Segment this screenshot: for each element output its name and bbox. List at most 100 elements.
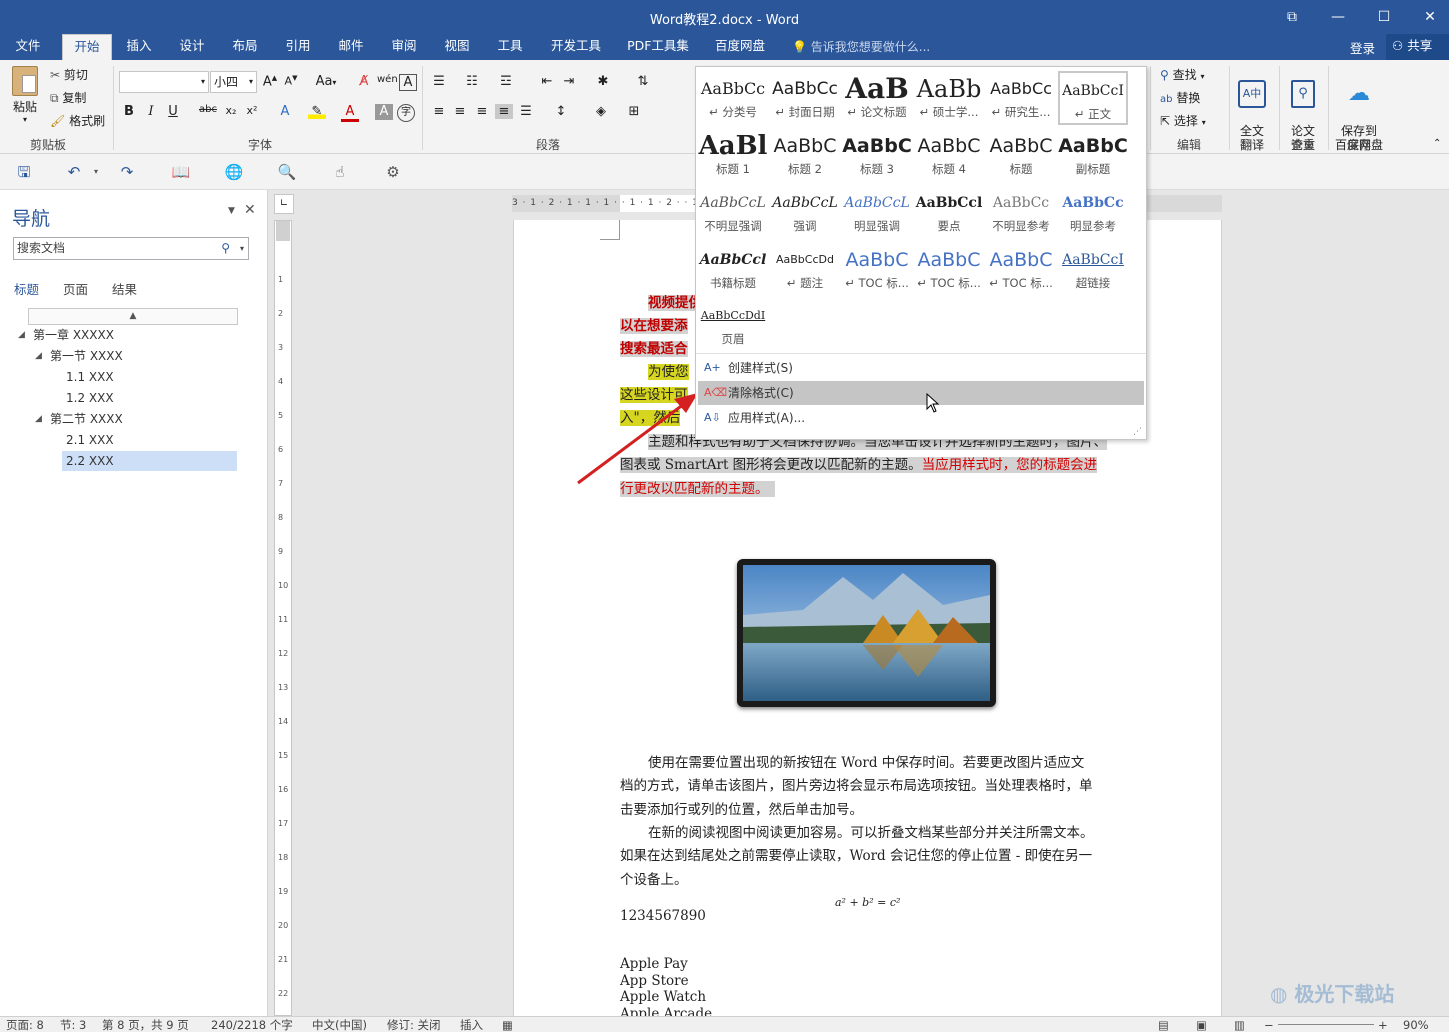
justify-icon[interactable]: ≡ xyxy=(495,104,513,119)
style-item[interactable]: AaBbCc 不明显参考 xyxy=(986,185,1056,239)
clear-formatting-icon[interactable]: A̸ xyxy=(355,74,373,89)
minimize-icon[interactable]: — xyxy=(1327,6,1349,28)
doc-line[interactable]: 以在想要添 xyxy=(620,315,688,339)
doc-list[interactable]: Apple Pay App Store Apple Watch Apple Ar… xyxy=(620,956,712,1022)
apply-style-menu-item[interactable]: A⇩ 应用样式(A)... xyxy=(698,406,1144,430)
resize-grip-icon[interactable]: ⋰ xyxy=(1133,427,1142,437)
nav-heading-item[interactable]: 第一节 XXXX xyxy=(50,346,123,366)
nav-heading-item[interactable]: 2.1 XXX xyxy=(66,430,114,450)
save-icon[interactable]: 🖫 xyxy=(14,162,34,182)
style-item[interactable]: AaB ↵ 论文标题 xyxy=(842,71,912,125)
print-view-icon[interactable]: ▣ xyxy=(1196,1018,1207,1032)
tell-me-box[interactable]: 💡 告诉我您想要做什么... xyxy=(792,38,930,55)
undo-icon[interactable]: ↶ xyxy=(64,162,84,182)
decrease-indent-icon[interactable]: ⇤ xyxy=(538,74,556,89)
equation[interactable]: a² + b² = c² xyxy=(835,891,900,915)
font-color-icon[interactable]: A xyxy=(341,104,359,122)
style-item[interactable]: AaBbCcDd ↵ 题注 xyxy=(770,242,840,296)
style-item[interactable]: AaBbC 标题 4 xyxy=(914,128,984,182)
read-mode-icon[interactable]: 📖 xyxy=(171,162,191,182)
style-item[interactable]: AaBbCc ↵ 分类号 xyxy=(698,71,768,125)
login-link[interactable]: 登录 xyxy=(1350,38,1375,57)
zoom-out-icon[interactable]: − xyxy=(1264,1018,1274,1032)
superscript-icon[interactable]: x² xyxy=(243,104,261,117)
doc-line[interactable]: 1234567890 xyxy=(620,905,706,929)
macro-icon[interactable]: ▦ xyxy=(502,1018,513,1032)
style-item[interactable]: AaBbCcDdI 页眉 xyxy=(698,298,768,352)
style-item[interactable]: AaBbCcL 明显强调 xyxy=(842,185,912,239)
increase-indent-icon[interactable]: ⇥ xyxy=(560,74,578,89)
style-item[interactable]: AaBbC ↵ TOC 标... xyxy=(914,242,984,296)
tab-design[interactable]: 设计 xyxy=(169,34,215,60)
doc-line[interactable]: 在新的阅读视图中阅读更加容易。可以折叠文档某些部分并关注所需文本。 xyxy=(648,822,1094,846)
tab-developer[interactable]: 开发工具 xyxy=(542,34,610,60)
replace-button[interactable]: ab 替换 xyxy=(1160,89,1200,106)
borders-icon[interactable]: ⊞ xyxy=(625,104,643,119)
cut-button[interactable]: ✂ 剪切 xyxy=(50,66,88,83)
find-button[interactable]: ⚲ 查找 ▾ xyxy=(1160,66,1204,83)
style-item[interactable]: AaBbCcL 强调 xyxy=(770,185,840,239)
underline-icon[interactable]: U xyxy=(164,104,182,119)
create-style-menu-item[interactable]: A+ 创建样式(S) xyxy=(698,356,1144,380)
style-item[interactable]: AaBbC 标题 2 xyxy=(770,128,840,182)
nav-heading-item[interactable]: 第一章 XXXXX xyxy=(33,325,114,345)
tab-baidu-netdisk[interactable]: 百度网盘 xyxy=(706,34,774,60)
chinese-layout-icon[interactable]: ✱ xyxy=(594,74,612,89)
doc-line[interactable]: 为使您 xyxy=(648,361,689,385)
maximize-icon[interactable]: ☐ xyxy=(1373,6,1395,28)
style-item[interactable]: AaBbCc ↵ 研究生... xyxy=(986,71,1056,125)
style-item[interactable]: AaBbCcL 不明显强调 xyxy=(698,185,768,239)
style-item[interactable]: AaBbCcI ↵ 正文 xyxy=(1058,71,1128,125)
character-border-icon[interactable]: A xyxy=(399,74,417,91)
status-page[interactable]: 页面: 8 xyxy=(6,1018,44,1032)
strikethrough-icon[interactable]: abc xyxy=(199,104,217,115)
subscript-icon[interactable]: x₂ xyxy=(222,104,240,117)
nav-heading-item[interactable]: 第二节 XXXX xyxy=(50,409,123,429)
copy-button[interactable]: ⧉ 复制 xyxy=(50,89,86,106)
paste-button[interactable]: 粘贴 ▾ xyxy=(8,66,42,124)
style-item[interactable]: AaBl 标题 1 xyxy=(698,128,768,182)
shading-icon[interactable]: ◈ xyxy=(592,104,610,119)
tab-layout[interactable]: 布局 xyxy=(222,34,268,60)
format-painter-button[interactable]: 🖌 格式刷 xyxy=(50,112,105,129)
distributed-icon[interactable]: ☰ xyxy=(517,104,535,119)
chevron-down-icon[interactable]: ▾ xyxy=(86,162,106,182)
tab-view[interactable]: 视图 xyxy=(434,34,480,60)
align-right-icon[interactable]: ≡ xyxy=(473,104,491,119)
doc-line[interactable]: 如果在达到结尾处之前需要停止读取，Word 会记住您的停止位置 - 即使在另一 xyxy=(620,845,1092,869)
style-item[interactable]: AaBbC 标题 xyxy=(986,128,1056,182)
bullets-icon[interactable]: ☰ xyxy=(430,74,448,89)
font-size-combo[interactable]: 小四 ▾ xyxy=(210,71,257,93)
tab-references[interactable]: 引用 xyxy=(275,34,321,60)
shrink-font-icon[interactable]: A▼ xyxy=(282,74,300,88)
collapse-ribbon-icon[interactable]: ⌃ xyxy=(1433,138,1441,149)
share-button[interactable]: ⚇ 共享 xyxy=(1386,34,1449,60)
change-case-icon[interactable]: Aa▾ xyxy=(312,74,340,89)
tab-pdf-tools[interactable]: PDF工具集 xyxy=(621,34,695,60)
align-left-icon[interactable]: ≡ xyxy=(430,104,448,119)
nav-heading-item[interactable]: 1.2 XXX xyxy=(66,388,114,408)
clear-formatting-menu-item[interactable]: A⌫ 清除格式(C) xyxy=(698,381,1144,405)
expand-triangle-icon[interactable]: ◢ xyxy=(35,351,42,361)
expand-triangle-icon[interactable]: ◢ xyxy=(18,330,25,340)
tablet-landscape-image[interactable] xyxy=(737,559,996,707)
doc-line[interactable]: 档的方式，请单击该图片，图片旁边将会显示布局选项按钮。当处理表格时，单 xyxy=(620,775,1093,799)
select-button[interactable]: ⇱ 选择 ▾ xyxy=(1160,112,1206,129)
font-name-combo[interactable]: ▾ xyxy=(119,71,209,93)
style-item[interactable]: AaBbC 标题 3 xyxy=(842,128,912,182)
touch-mode-icon[interactable]: ☝ xyxy=(330,162,350,182)
bold-icon[interactable]: B xyxy=(120,104,138,119)
style-item[interactable]: AaBbCcl 书籍标题 xyxy=(698,242,768,296)
tab-selector[interactable]: ∟ xyxy=(274,194,294,214)
highlight-color-icon[interactable]: ✎ xyxy=(308,104,326,119)
print-preview-icon[interactable]: 🔍 xyxy=(277,162,297,182)
status-insert-mode[interactable]: 插入 xyxy=(460,1018,483,1032)
style-item[interactable]: AaBbCc ↵ 封面日期 xyxy=(770,71,840,125)
nav-search-input[interactable]: 搜索文档 ⚲ ▾ xyxy=(13,237,249,260)
grow-font-icon[interactable]: A▲ xyxy=(261,74,279,89)
multilevel-list-icon[interactable]: ☲ xyxy=(497,74,515,89)
text-effects-icon[interactable]: A xyxy=(276,104,294,119)
enclose-characters-icon[interactable]: 字 xyxy=(397,104,415,122)
read-view-icon[interactable]: ▤ xyxy=(1158,1018,1169,1032)
customize-icon[interactable]: ⚙ xyxy=(383,162,403,182)
